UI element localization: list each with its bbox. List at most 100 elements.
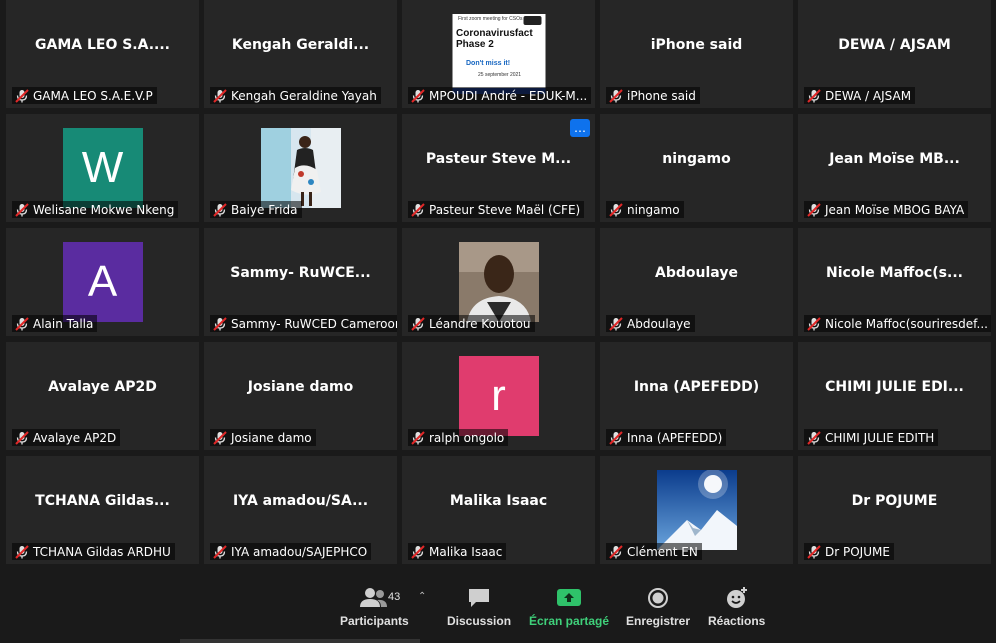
participant-tile[interactable]: Inna (APEFEDD) Inna (APEFEDD)	[600, 342, 793, 450]
flyer-subtitle: Don't miss it!	[466, 60, 511, 67]
participant-tile[interactable]: Clément EN	[600, 456, 793, 564]
participant-display-name: Dr POJUME	[851, 493, 938, 509]
record-button[interactable]: Enregistrer	[626, 585, 690, 628]
participant-display-name: Josiane damo	[247, 379, 354, 395]
record-label: Enregistrer	[626, 614, 691, 628]
participants-label: Participants	[340, 614, 409, 628]
mic-muted-icon	[15, 88, 33, 103]
flyer-title: Coronavirusfact Phase 2	[456, 28, 533, 50]
participant-tile[interactable]: CHIMI JULIE EDI... CHIMI JULIE EDITH	[798, 342, 991, 450]
more-options-icon[interactable]: …	[570, 119, 590, 137]
mic-muted-icon	[411, 88, 429, 103]
participant-display-name: Kengah Geraldi...	[231, 37, 370, 53]
discussion-label: Discussion	[447, 614, 512, 628]
participant-tile[interactable]: Sammy- RuWCE... Sammy- RuWCED Cameroon	[204, 228, 397, 336]
participant-name-label: CHIMI JULIE EDITH	[804, 429, 939, 446]
participant-name-label: Clément EN	[606, 543, 702, 560]
participant-tile[interactable]: W Welisane Mokwe Nkeng	[6, 114, 199, 222]
participant-name-label: TCHANA Gildas ARDHU	[12, 543, 175, 560]
flyer-date: 25 september 2021	[478, 72, 522, 78]
participant-name-label: Baiye Frida	[210, 201, 302, 218]
participant-name-label: ningamo	[606, 201, 684, 218]
participant-display-name: Pasteur Steve M...	[425, 151, 572, 167]
participant-tile[interactable]: TCHANA Gildas... TCHANA Gildas ARDHU	[6, 456, 199, 564]
chat-icon	[467, 585, 491, 611]
mic-muted-icon	[15, 316, 33, 331]
share-screen-button[interactable]: Écran partagé	[529, 585, 609, 628]
participant-name-text: GAMA LEO S.A.E.V.P	[33, 88, 153, 103]
participant-name-text: Welisane Mokwe Nkeng	[33, 202, 175, 217]
participant-name-label: Malika Isaac	[408, 543, 507, 560]
reactions-label: Réactions	[708, 614, 766, 628]
participant-name-text: Inna (APEFEDD)	[627, 430, 723, 445]
participant-tile[interactable]: A Alain Talla	[6, 228, 199, 336]
participant-name-text: Dr POJUME	[825, 544, 890, 559]
participant-tile[interactable]: DEWA / AJSAM DEWA / AJSAM	[798, 0, 991, 108]
participant-tile[interactable]: r ralph ongolo	[402, 342, 595, 450]
participant-name-text: CHIMI JULIE EDITH	[825, 430, 935, 445]
participant-tile[interactable]: Kengah Geraldi... Kengah Geraldine Yayah	[204, 0, 397, 108]
participants-icon	[359, 585, 389, 611]
participant-name-text: Malika Isaac	[429, 544, 503, 559]
mic-muted-icon	[609, 430, 627, 445]
participant-display-name: Inna (APEFEDD)	[633, 379, 760, 395]
video-grid: GAMA LEO S.A.... GAMA LEO S.A.E.V.P Kengah…	[0, 0, 996, 570]
participant-name-label: Dr POJUME	[804, 543, 894, 560]
participant-name-text: Abdoulaye	[627, 316, 691, 331]
participant-name-label: IYA amadou/SAJEPHCO	[210, 543, 372, 560]
participant-name-label: Inna (APEFEDD)	[606, 429, 727, 446]
mic-muted-icon	[807, 202, 825, 217]
participant-name-label: Nicole Maffoc(souriresdef...	[804, 315, 991, 332]
reactions-button[interactable]: Réactions	[708, 585, 765, 628]
participant-tile[interactable]: Josiane damo Josiane damo	[204, 342, 397, 450]
participant-name-label: iPhone said	[606, 87, 700, 104]
chevron-up-icon[interactable]: ⌃	[418, 591, 426, 602]
participant-display-name: iPhone said	[650, 37, 743, 53]
participant-tile[interactable]: Malika Isaac Malika Isaac	[402, 456, 595, 564]
mic-muted-icon	[609, 544, 627, 559]
participant-tile[interactable]: Abdoulaye Abdoulaye	[600, 228, 793, 336]
participant-tile[interactable]: Nicole Maffoc(s... Nicole Maffoc(sourires…	[798, 228, 991, 336]
participant-name-text: ningamo	[627, 202, 680, 217]
participant-name-label: Sammy- RuWCED Cameroon	[210, 315, 397, 332]
participant-tile[interactable]: Dr POJUME Dr POJUME	[798, 456, 991, 564]
participant-name-text: Baiye Frida	[231, 202, 298, 217]
participant-tile[interactable]: Avalaye AP2D Avalaye AP2D	[6, 342, 199, 450]
participant-name-text: IYA amadou/SAJEPHCO	[231, 544, 368, 559]
mic-muted-icon	[15, 430, 33, 445]
participant-name-label: Alain Talla	[12, 315, 98, 332]
flyer-small-text: First zoom meeting for CSOs	[458, 16, 523, 22]
participant-display-name: Sammy- RuWCE...	[230, 265, 371, 281]
mic-muted-icon	[807, 316, 825, 331]
participant-tile[interactable]: Jean Moïse MB... Jean Moïse MBOG BAYA	[798, 114, 991, 222]
participant-name-label: Pasteur Steve Maël (CFE)	[408, 201, 585, 218]
mic-muted-icon	[213, 202, 231, 217]
participant-name-label: Kengah Geraldine Yayah	[210, 87, 381, 104]
participant-name-label: Jean Moïse MBOG BAYA	[804, 201, 969, 218]
mic-muted-icon	[609, 316, 627, 331]
participant-tile[interactable]: First zoom meeting for CSOs Coronavirusfa…	[402, 0, 595, 108]
participant-tile[interactable]: ningamo ningamo	[600, 114, 793, 222]
discussion-button[interactable]: Discussion	[447, 585, 511, 628]
participant-tile[interactable]: Baiye Frida	[204, 114, 397, 222]
participant-display-name: IYA amadou/SA...	[232, 493, 369, 509]
shared-flyer-thumbnail: First zoom meeting for CSOs Coronavirusfa…	[452, 14, 545, 94]
participant-name-label: Josiane damo	[210, 429, 316, 446]
participant-name-text: Léandre Kouotou	[429, 316, 531, 331]
avatar: r	[458, 356, 539, 436]
participant-name-label: MPOUDI André - EDUK-M...	[408, 87, 592, 104]
participant-tile[interactable]: iPhone said iPhone said	[600, 0, 793, 108]
participant-name-text: Kengah Geraldine Yayah	[231, 88, 377, 103]
participant-display-name: Nicole Maffoc(s...	[826, 265, 963, 281]
participant-display-name: TCHANA Gildas...	[35, 493, 170, 509]
participant-name-text: TCHANA Gildas ARDHU	[33, 544, 171, 559]
participant-tile[interactable]: GAMA LEO S.A.... GAMA LEO S.A.E.V.P	[6, 0, 199, 108]
participant-tile[interactable]: Pasteur Steve M... … Pasteur Steve Maël (C…	[402, 114, 595, 222]
participant-tile[interactable]: Léandre Kouotou	[402, 228, 595, 336]
participant-tile[interactable]: IYA amadou/SA... IYA amadou/SAJEPHCO	[204, 456, 397, 564]
smiley-icon	[725, 585, 749, 611]
mic-muted-icon	[411, 202, 429, 217]
participant-name-text: Alain Talla	[33, 316, 94, 331]
share-screen-label: Écran partagé	[529, 614, 610, 628]
share-screen-icon	[556, 585, 582, 611]
